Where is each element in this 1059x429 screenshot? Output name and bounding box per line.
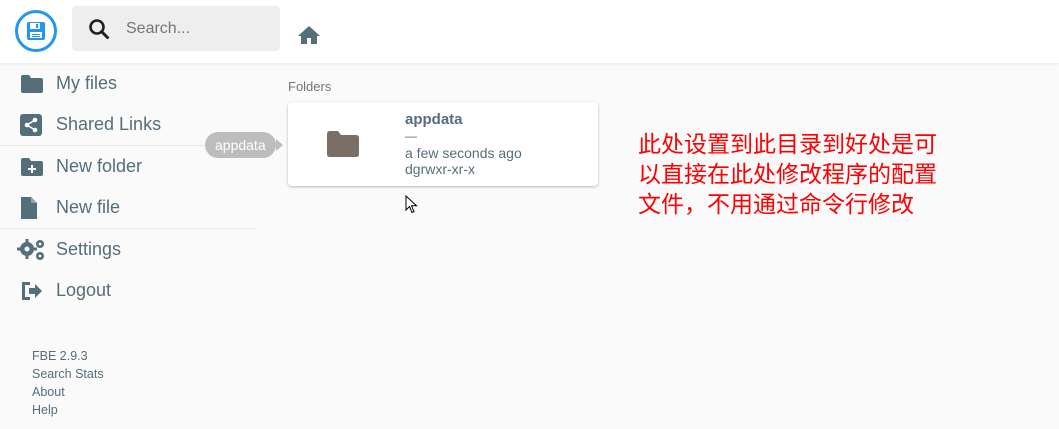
sidebar: My files Shared Links New folder New fil…: [0, 63, 256, 311]
sidebar-item-label: My files: [56, 73, 118, 93]
folder-permissions: dgrwxr-xr-x: [405, 161, 475, 177]
sidebar-item-settings[interactable]: Settings: [0, 229, 256, 270]
sidebar-item-my-files[interactable]: My files: [0, 63, 256, 104]
search-stats-link[interactable]: Search Stats: [32, 365, 104, 383]
home-icon: [298, 26, 320, 44]
folder-item[interactable]: appdata — a few seconds ago dgrwxr-xr-x: [288, 102, 598, 186]
new-folder-icon: [20, 157, 56, 177]
file-icon: [20, 196, 56, 220]
sidebar-footer: FBE 2.9.3 Search Stats About Help: [32, 347, 104, 419]
sidebar-item-label: Settings: [56, 239, 122, 259]
folder-icon: [326, 130, 360, 163]
about-link[interactable]: About: [32, 383, 104, 401]
folder-size: —: [405, 129, 417, 143]
folder-tooltip: appdata: [205, 132, 283, 158]
top-bar: [0, 0, 1059, 63]
logout-icon: [20, 280, 56, 302]
search-input[interactable]: [126, 19, 276, 38]
sidebar-item-label: New folder: [56, 156, 143, 176]
share-icon: [20, 113, 56, 136]
folder-modified: a few seconds ago: [405, 145, 522, 161]
search-box[interactable]: [72, 6, 280, 51]
version-label: FBE 2.9.3: [32, 349, 88, 363]
folders-heading: Folders: [288, 79, 332, 94]
folder-icon: [20, 74, 56, 94]
sidebar-item-label: Shared Links: [56, 114, 162, 134]
help-link[interactable]: Help: [32, 401, 104, 419]
mouse-cursor-icon: [405, 195, 418, 214]
sidebar-item-label: Logout: [56, 280, 112, 300]
sidebar-item-new-file[interactable]: New file: [0, 187, 256, 228]
floppy-disk-icon[interactable]: [15, 10, 57, 52]
home-button[interactable]: [290, 16, 328, 54]
search-icon[interactable]: [72, 18, 126, 40]
folder-name: appdata: [405, 111, 463, 128]
sidebar-item-label: New file: [56, 197, 121, 217]
sidebar-item-logout[interactable]: Logout: [0, 270, 256, 311]
settings-icon: [17, 238, 56, 262]
annotation-text: 此处设置到此目录到好处是可以直接在此处修改程序的配置文件，不用通过命令行修改: [638, 132, 937, 218]
